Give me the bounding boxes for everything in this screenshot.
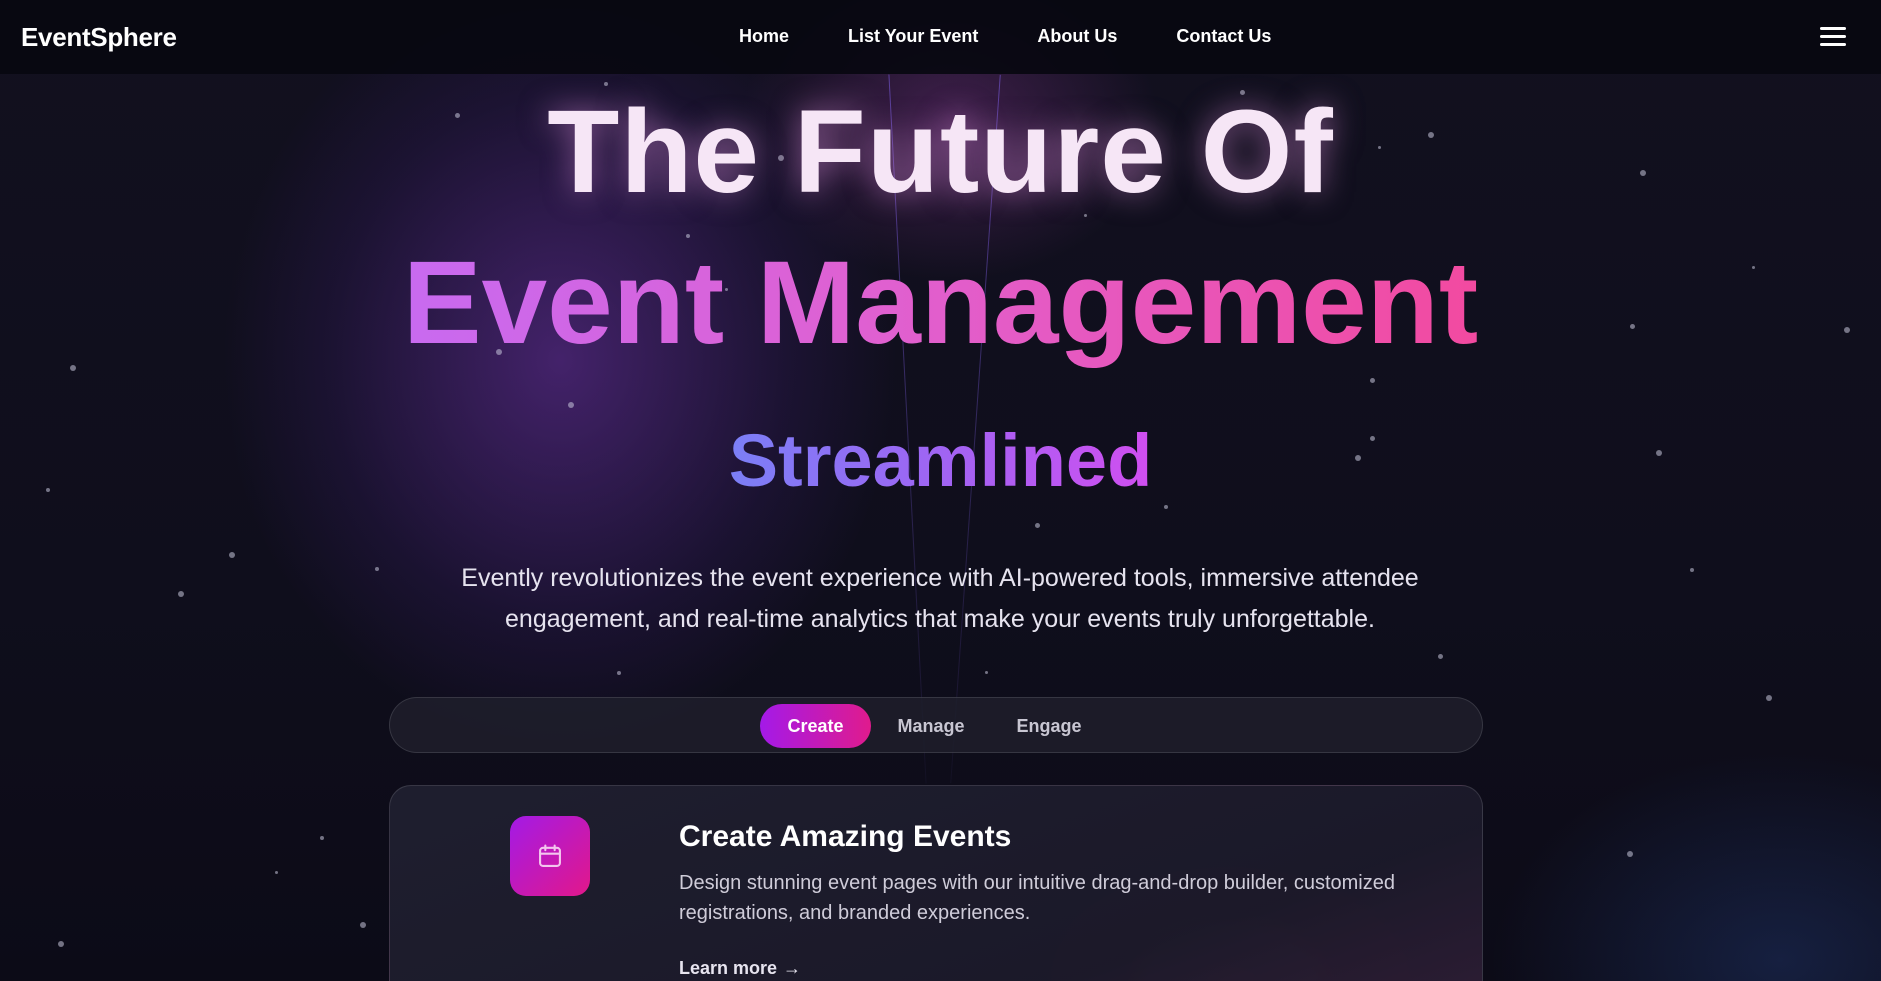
star <box>617 671 621 675</box>
feature-card: Create Amazing Events Design stunning ev… <box>389 785 1483 981</box>
star <box>985 671 988 674</box>
arrow-right-icon: → <box>783 958 802 978</box>
star <box>360 922 366 928</box>
page: EventSphere Home List Your Event About U… <box>0 0 1881 981</box>
calendar-icon <box>510 816 590 896</box>
star <box>1438 654 1443 659</box>
hero-heading-line-2: Event Management <box>0 236 1881 372</box>
star <box>229 552 235 558</box>
hamburger-menu-icon[interactable] <box>1820 27 1846 47</box>
feature-card-description: Design stunning event pages with our int… <box>679 872 1395 924</box>
nav-link-contact-us[interactable]: Contact Us <box>1176 26 1271 47</box>
learn-more-label: Learn more <box>679 958 778 978</box>
nav-link-home[interactable]: Home <box>739 26 789 47</box>
star <box>1766 695 1772 701</box>
brand-logo[interactable]: EventSphere <box>21 22 177 53</box>
star <box>568 402 574 408</box>
hero-heading-line-1: The Future Of <box>547 86 1334 218</box>
hero-tagline-text: Streamlined <box>728 419 1153 502</box>
tab-engage[interactable]: Engage <box>1004 704 1094 748</box>
learn-more-link[interactable]: Learn more → <box>679 958 801 979</box>
star <box>1370 378 1375 383</box>
hero-subtitle: Evently revolutionizes the event experie… <box>461 564 1419 633</box>
star <box>375 567 379 571</box>
hero-tagline: Streamlined <box>0 418 1881 503</box>
feature-card-title: Create Amazing Events <box>679 820 1012 853</box>
feature-tabs: Create Manage Engage <box>389 697 1483 753</box>
tab-create[interactable]: Create <box>760 704 871 748</box>
nav-link-list-your-event[interactable]: List Your Event <box>848 26 978 47</box>
star <box>1164 505 1168 509</box>
star <box>1690 568 1694 572</box>
star <box>1035 523 1040 528</box>
nav-links: Home List Your Event About Us Contact Us <box>739 26 1271 47</box>
tab-manage[interactable]: Manage <box>886 704 976 748</box>
star <box>320 836 324 840</box>
star <box>178 591 184 597</box>
star <box>58 941 64 947</box>
star <box>275 871 278 874</box>
nav-link-about-us[interactable]: About Us <box>1037 26 1117 47</box>
top-navbar: EventSphere Home List Your Event About U… <box>0 0 1881 74</box>
hero-heading-highlight: Event Management <box>402 237 1479 369</box>
star <box>1627 851 1633 857</box>
